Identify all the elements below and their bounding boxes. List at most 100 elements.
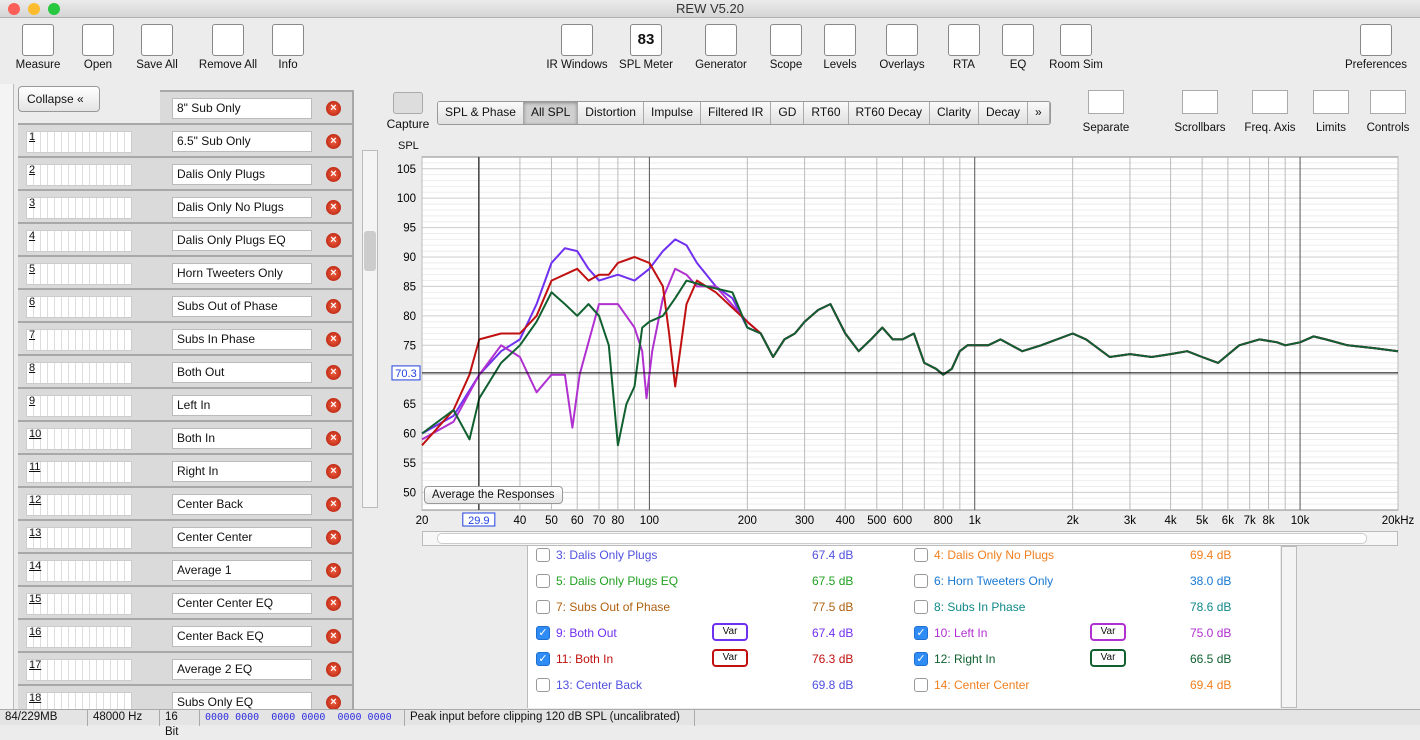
tab-spl-phase[interactable]: SPL & Phase [438, 102, 524, 124]
panel-scrollbar[interactable] [362, 150, 378, 508]
legend-checkbox[interactable]: ✓ [536, 652, 550, 666]
measurement-row[interactable]: 8 Both Out × [18, 354, 354, 387]
measurement-thumbnail[interactable]: 1 [26, 131, 132, 153]
legend-checkbox[interactable]: ✓ [914, 652, 928, 666]
minimize-window-button[interactable] [28, 3, 40, 15]
preferences-button[interactable]: Preferences [1341, 24, 1411, 71]
measurement-name-field[interactable]: Dalis Only Plugs [172, 164, 312, 185]
delete-measurement-icon[interactable]: × [326, 497, 341, 512]
spl-chart[interactable]: 5055606570758085909510010520405060708010… [380, 150, 1420, 530]
measurement-name-field[interactable]: Center Back [172, 494, 312, 515]
delete-measurement-icon[interactable]: × [326, 233, 341, 248]
delete-measurement-icon[interactable]: × [326, 398, 341, 413]
delete-measurement-icon[interactable]: × [326, 134, 341, 149]
measurement-thumbnail[interactable]: 13 [26, 527, 132, 549]
delete-measurement-icon[interactable]: × [326, 662, 341, 677]
var-button[interactable]: Var [1090, 623, 1126, 641]
measurement-name-field[interactable]: Average 2 EQ [172, 659, 312, 680]
measurement-row[interactable]: 7 Subs In Phase × [18, 321, 354, 354]
save-all-button[interactable]: Save All [122, 24, 192, 71]
measurement-thumbnail[interactable]: 6 [26, 296, 132, 318]
measurement-thumbnail[interactable]: 7 [26, 329, 132, 351]
measurement-thumbnail[interactable]: 4 [26, 230, 132, 252]
average-responses-button[interactable]: Average the Responses [424, 486, 563, 504]
delete-measurement-icon[interactable]: × [326, 629, 341, 644]
measurement-name-field[interactable]: Left In [172, 395, 312, 416]
measurement-thumbnail[interactable]: 12 [26, 494, 132, 516]
measurement-thumbnail[interactable]: 3 [26, 197, 132, 219]
tab-filtered-ir[interactable]: Filtered IR [701, 102, 772, 124]
measurement-thumbnail[interactable]: 10 [26, 428, 132, 450]
measurement-row[interactable]: 8" Sub Only × [160, 90, 354, 123]
measurement-row[interactable]: 11 Right In × [18, 453, 354, 486]
info-button[interactable]: Info [253, 24, 323, 71]
measurement-name-field[interactable]: Right In [172, 461, 312, 482]
separate-button[interactable]: Separate [1066, 90, 1146, 134]
measurement-row[interactable]: 5 Horn Tweeters Only × [18, 255, 354, 288]
tab-gd[interactable]: GD [771, 102, 805, 124]
legend-scrollbar[interactable] [1281, 546, 1297, 708]
capture-button[interactable]: Capture [386, 92, 430, 131]
delete-measurement-icon[interactable]: × [326, 431, 341, 446]
generator-button[interactable]: Generator [686, 24, 756, 71]
levels-button[interactable]: Levels [805, 24, 875, 71]
measurement-row[interactable]: 6 Subs Out of Phase × [18, 288, 354, 321]
measurement-thumbnail[interactable]: 17 [26, 659, 132, 681]
tab-distortion[interactable]: Distortion [578, 102, 644, 124]
spl-meter-button[interactable]: 83 SPL Meter [611, 24, 681, 71]
measurement-name-field[interactable]: Both Out [172, 362, 312, 383]
tab-impulse[interactable]: Impulse [643, 102, 702, 124]
measurement-thumbnail[interactable]: 9 [26, 395, 132, 417]
measurement-row[interactable]: 10 Both In × [18, 420, 354, 453]
measurement-thumbnail[interactable]: 8 [26, 362, 132, 384]
measurement-row[interactable]: 1 6.5" Sub Only × [18, 123, 354, 156]
delete-measurement-icon[interactable]: × [326, 596, 341, 611]
delete-measurement-icon[interactable]: × [326, 365, 341, 380]
scrollbars-button[interactable]: Scrollbars [1160, 90, 1240, 134]
tab-rt60[interactable]: RT60 [804, 102, 849, 124]
delete-measurement-icon[interactable]: × [326, 464, 341, 479]
measurement-name-field[interactable]: Dalis Only Plugs EQ [172, 230, 312, 251]
horizontal-scrollbar[interactable] [422, 531, 1398, 546]
measurement-row[interactable]: 12 Center Back × [18, 486, 354, 519]
delete-measurement-icon[interactable]: × [326, 530, 341, 545]
measurement-thumbnail[interactable]: 11 [26, 461, 132, 483]
measurement-name-field[interactable]: Subs In Phase [172, 329, 312, 350]
delete-measurement-icon[interactable]: × [326, 167, 341, 182]
delete-measurement-icon[interactable]: × [326, 299, 341, 314]
room-sim-button[interactable]: Room Sim [1041, 24, 1111, 71]
legend-checkbox[interactable] [914, 548, 928, 562]
legend-checkbox[interactable] [536, 574, 550, 588]
close-window-button[interactable] [8, 3, 20, 15]
tab--[interactable]: » [1028, 102, 1050, 124]
collapse-button[interactable]: Collapse « [18, 86, 100, 112]
measurement-row[interactable]: 9 Left In × [18, 387, 354, 420]
delete-measurement-icon[interactable]: × [326, 266, 341, 281]
measurement-name-field[interactable]: Subs Out of Phase [172, 296, 312, 317]
legend-checkbox[interactable] [536, 600, 550, 614]
measurement-name-field[interactable]: Dalis Only No Plugs [172, 197, 312, 218]
delete-measurement-icon[interactable]: × [326, 200, 341, 215]
controls-button[interactable]: Controls [1348, 90, 1420, 134]
measurement-name-field[interactable]: Horn Tweeters Only [172, 263, 312, 284]
delete-measurement-icon[interactable]: × [326, 332, 341, 347]
measurement-row[interactable]: 15 Center Center EQ × [18, 585, 354, 618]
delete-measurement-icon[interactable]: × [326, 101, 341, 116]
measurement-thumbnail[interactable]: 5 [26, 263, 132, 285]
measurement-name-field[interactable]: Both In [172, 428, 312, 449]
measurement-row[interactable]: 17 Average 2 EQ × [18, 651, 354, 684]
var-button[interactable]: Var [712, 649, 748, 667]
legend-checkbox[interactable] [536, 548, 550, 562]
legend-checkbox[interactable] [914, 574, 928, 588]
measurement-thumbnail[interactable]: 15 [26, 593, 132, 615]
delete-measurement-icon[interactable]: × [326, 695, 341, 710]
overlays-button[interactable]: Overlays [867, 24, 937, 71]
tab-decay[interactable]: Decay [979, 102, 1029, 124]
legend-checkbox[interactable] [536, 678, 550, 692]
var-button[interactable]: Var [1090, 649, 1126, 667]
delete-measurement-icon[interactable]: × [326, 563, 341, 578]
measurement-name-field[interactable]: Center Center [172, 527, 312, 548]
zoom-window-button[interactable] [48, 3, 60, 15]
measurement-thumbnail[interactable]: 2 [26, 164, 132, 186]
var-button[interactable]: Var [712, 623, 748, 641]
